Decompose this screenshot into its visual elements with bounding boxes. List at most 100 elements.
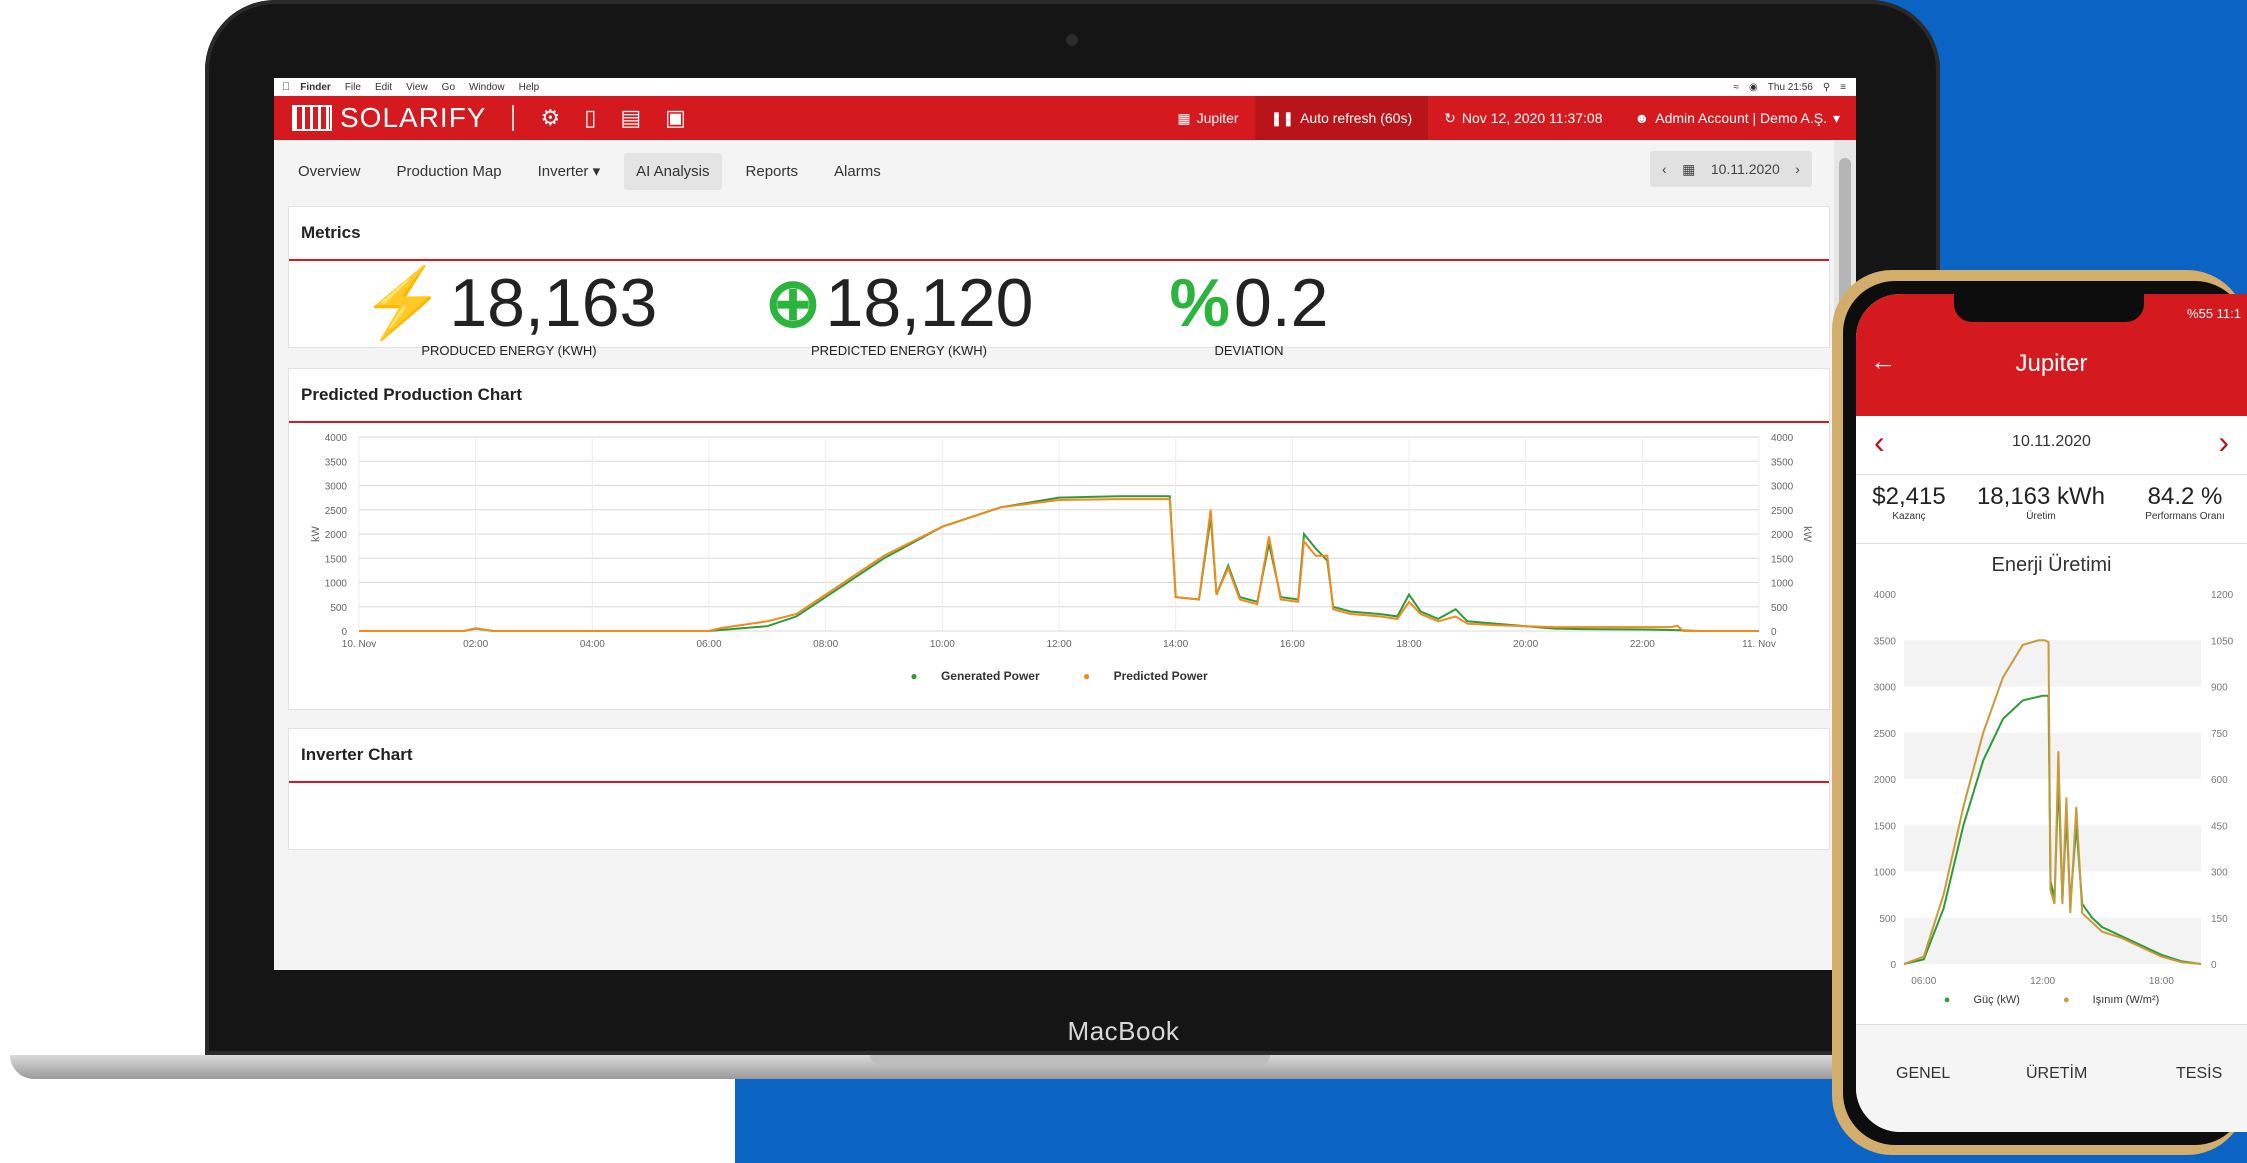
tab-production-map[interactable]: Production Map (385, 153, 514, 190)
generated-marker-icon: ● (910, 669, 918, 683)
y-tick-label-right: 3000 (1771, 482, 1794, 493)
tab-tesis[interactable]: TESİS (2176, 1065, 2222, 1083)
y-tick-label-right: 300 (2211, 868, 2228, 879)
document-icon[interactable]: ▯ (584, 105, 596, 131)
x-tick-label: 12:00 (2030, 976, 2055, 987)
y-tick-label: 500 (1879, 914, 1896, 925)
menu-finder[interactable]: Finder (300, 82, 331, 93)
x-tick-label: 16:00 (1280, 639, 1305, 650)
wifi-icon[interactable]: ≈ (1734, 82, 1740, 93)
display-icon[interactable]: ▣ (665, 105, 686, 131)
y-tick-label-right: 0 (2211, 960, 2217, 971)
phone-stats: $2,415 Kazanç 18,163 kWh Üretim 84.2 % P… (1856, 475, 2247, 544)
menu-view[interactable]: View (406, 82, 428, 93)
y-tick-label-right: 0 (1771, 627, 1777, 638)
x-tick-label: 11. Nov (1742, 639, 1776, 650)
x-tick-label: 18:00 (2149, 976, 2174, 987)
date-picker[interactable]: ‹ ▦ 10.11.2020 › (1650, 151, 1812, 187)
y-tick-label-right: 2000 (1771, 530, 1794, 541)
next-day-icon[interactable]: › (2218, 424, 2229, 461)
x-tick-label: 06:00 (1911, 976, 1936, 987)
y-tick-label-right: 1500 (1771, 554, 1794, 565)
apple-icon[interactable]:  (282, 81, 290, 93)
y-tick-label: 2000 (1874, 775, 1897, 786)
tab-reports[interactable]: Reports (734, 153, 811, 190)
deviation-value: 0.2 (1233, 265, 1329, 341)
legend-power[interactable]: ● Güç (kW) (1934, 994, 2030, 1006)
menu-edit[interactable]: Edit (375, 82, 392, 93)
predicted-chart-title: Predicted Production Chart (289, 369, 1829, 423)
phone-title: Jupiter (2015, 350, 2088, 377)
irradiance-marker-icon: ● (2062, 994, 2070, 1006)
next-date-icon[interactable]: › (1795, 161, 1800, 177)
y-tick-label-right: 500 (1771, 603, 1788, 614)
chart-icon[interactable]: ▤ (620, 105, 641, 131)
tab-alarms[interactable]: Alarms (822, 153, 893, 190)
prev-date-icon[interactable]: ‹ (1662, 161, 1667, 177)
phone-date: 10.11.2020 (2012, 433, 2091, 450)
legend-power-label: Güç (kW) (1973, 994, 2020, 1006)
tab-inverter[interactable]: Inverter ▾ (526, 152, 613, 190)
pause-icon: ❚❚ (1270, 109, 1295, 126)
legend-generated[interactable]: ● Generated Power (900, 669, 1049, 683)
y-axis-label: kW (310, 525, 322, 542)
phone-chart-legend: ● Güç (kW) ● Işınım (W/m²) (1856, 994, 2247, 1006)
laptop-notch (870, 1055, 1270, 1065)
solarify-logo[interactable]: SOLARIFY (292, 102, 486, 134)
plant-selector[interactable]: ▦ Jupiter (1161, 96, 1254, 140)
tab-ai-analysis[interactable]: AI Analysis (624, 152, 722, 190)
legend-irradiance[interactable]: ● Işınım (W/m²) (2053, 994, 2169, 1006)
predicted-energy-metric: ⊕ 18,120 PREDICTED ENERGY (KWH) (739, 269, 1059, 358)
y-tick-label: 1000 (325, 579, 348, 590)
legend-predicted[interactable]: ● Predicted Power (1073, 669, 1218, 683)
legend-generated-label: Generated Power (940, 669, 1040, 683)
tab-overview[interactable]: Overview (286, 153, 373, 190)
main-nav: Overview Production Map Inverter ▾ AI An… (274, 140, 1834, 202)
account-label: Admin Account | Demo A.Ş. (1655, 110, 1827, 126)
predicted-chart-card: Predicted Production Chart 0 0 500 500 1000 1… (288, 368, 1830, 710)
settings-icon[interactable]: ⚙ (540, 105, 560, 131)
y-tick-label: 2500 (325, 506, 348, 517)
tab-uretim[interactable]: ÜRETİM (2026, 1065, 2087, 1083)
x-tick-label: 08:00 (813, 639, 838, 650)
phone-chart-title: Enerji Üretimi (1991, 554, 2112, 576)
menu-go[interactable]: Go (442, 82, 455, 93)
metrics-card: Metrics ⚡ 18,163 PRODUCED ENERGY (KWH) ⊕ 1… (288, 206, 1830, 358)
predicted-marker-icon: ● (1083, 669, 1091, 683)
control-center-icon[interactable]: ≡ (1840, 82, 1846, 93)
y-tick-label-right: 1000 (1771, 579, 1794, 590)
energy-production-chart[interactable]: 0 0 500 150 1000 300 1500 450 2000 600 2500 750 3000… (1856, 584, 2247, 1004)
target-icon: ⊕ (764, 265, 822, 341)
y-axis-label-right: kW (1801, 526, 1813, 543)
grid-band (1904, 640, 2201, 687)
volume-icon[interactable]: ◉ (1749, 82, 1758, 93)
y-tick-label: 500 (330, 603, 347, 614)
stat-earnings-label: Kazanç (1892, 511, 1926, 522)
spotlight-icon[interactable]: ⚲ (1823, 82, 1830, 93)
refresh-datetime[interactable]: ↻ Nov 12, 2020 11:37:08 (1428, 96, 1618, 140)
account-menu[interactable]: ☻ Admin Account | Demo A.Ş. ▾ (1619, 96, 1856, 140)
y-tick-label: 3500 (1874, 636, 1897, 647)
inverter-chart-title: Inverter Chart (289, 729, 1829, 783)
y-tick-label: 2500 (1874, 729, 1897, 740)
grid-band (1904, 732, 2201, 779)
y-tick-label: 0 (341, 627, 347, 638)
menu-window[interactable]: Window (469, 82, 505, 93)
x-tick-label: 06:00 (696, 639, 721, 650)
y-tick-label: 1500 (325, 554, 348, 565)
y-tick-label-right: 1050 (2211, 636, 2234, 647)
menu-help[interactable]: Help (519, 82, 540, 93)
y-tick-label-right: 1200 (2211, 590, 2234, 601)
power-marker-icon: ● (1943, 994, 1951, 1006)
stat-production-label: Üretim (2026, 511, 2056, 522)
stat-performance-label: Performans Oranı (2145, 511, 2225, 522)
auto-refresh-toggle[interactable]: ❚❚ Auto refresh (60s) (1254, 96, 1429, 140)
predicted-production-chart[interactable]: 0 0 500 500 1000 1000 1500 1500 2000 2000 2500 2500… (289, 425, 1829, 673)
chart-legend: ● Generated Power ● Predicted Power (289, 669, 1829, 683)
menu-file[interactable]: File (345, 82, 361, 93)
tab-genel[interactable]: GENEL (1896, 1065, 1950, 1083)
datetime-label: Nov 12, 2020 11:37:08 (1461, 110, 1603, 126)
legend-irradiance-label: Işınım (W/m²) (2092, 994, 2160, 1006)
produced-energy-value: 18,163 (449, 265, 658, 341)
menubar-clock[interactable]: Thu 21:56 (1768, 82, 1813, 93)
